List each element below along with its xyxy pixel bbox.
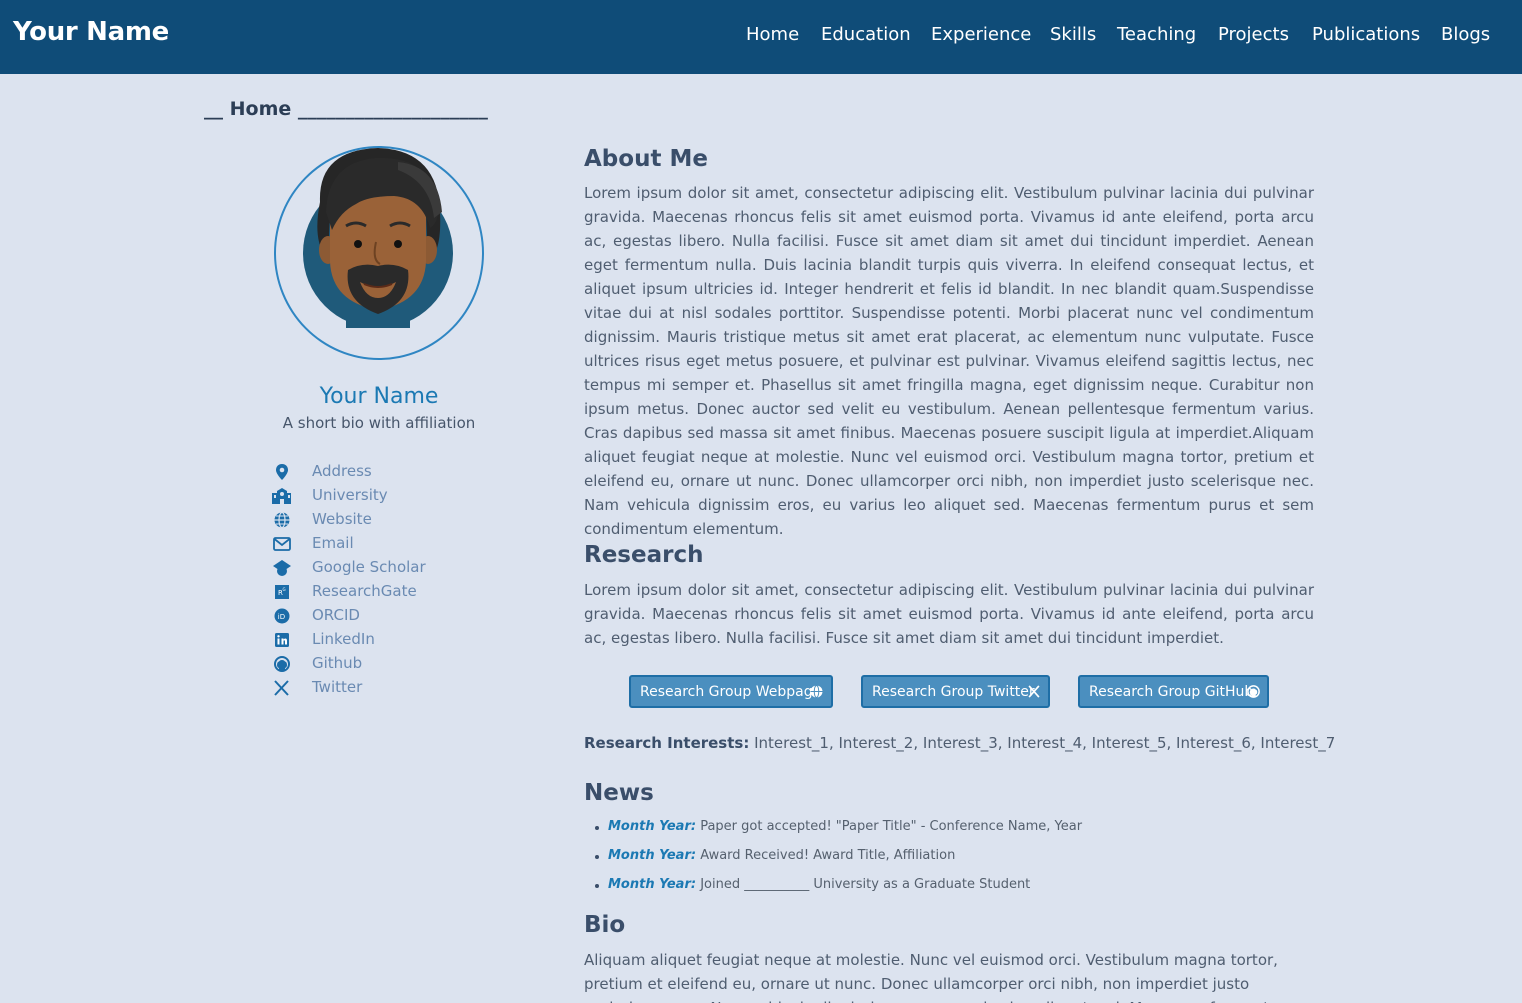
link-email[interactable]: Email — [271, 532, 471, 556]
link-label: Google Scholar — [312, 558, 426, 576]
link-label: Twitter — [312, 678, 363, 696]
nav-education[interactable]: Education — [821, 24, 911, 45]
svg-text:iD: iD — [278, 613, 285, 621]
link-label: Address — [312, 462, 372, 480]
linkedin-icon — [275, 633, 289, 647]
nav-experience[interactable]: Experience — [931, 24, 1031, 45]
news-item: Month Year: Award Received! Award Title,… — [594, 848, 956, 863]
link-linkedin[interactable]: LinkedIn — [271, 628, 471, 652]
nav-teaching[interactable]: Teaching — [1117, 24, 1196, 45]
research-twitter-button[interactable]: Research Group Twitter — [861, 675, 1050, 708]
interests-label: Research Interests: — [584, 734, 750, 752]
link-label: ORCID — [312, 606, 360, 624]
link-github[interactable]: Github — [271, 652, 471, 676]
link-address[interactable]: Address — [271, 460, 471, 484]
github-icon — [1247, 685, 1260, 698]
news-date: Month Year: — [608, 819, 697, 834]
page-breadcrumb: __ Home ____________________ — [204, 98, 488, 120]
news-heading: News — [584, 780, 654, 806]
button-label: Research Group Webpage — [640, 684, 822, 700]
link-label: Email — [312, 534, 354, 552]
bio-heading: Bio — [584, 912, 626, 938]
news-text: Award Received! Award Title, Affiliation — [700, 848, 956, 863]
research-heading: Research — [584, 542, 704, 568]
research-interests: Research Interests: Interest_1, Interest… — [584, 734, 1335, 752]
university-icon — [272, 488, 291, 504]
google-scholar-icon — [273, 560, 291, 576]
svg-text:G: G — [283, 587, 286, 592]
x-twitter-icon — [1028, 685, 1040, 698]
research-text: Lorem ipsum dolor sit amet, consectetur … — [584, 581, 1314, 647]
envelope-icon — [273, 537, 291, 551]
top-navbar: Your Name Home Education Experience Skil… — [0, 0, 1522, 74]
link-google-scholar[interactable]: Google Scholar — [271, 556, 471, 580]
map-marker-icon — [276, 464, 288, 480]
globe-icon — [810, 685, 823, 698]
link-label: Github — [312, 654, 363, 672]
nav-home[interactable]: Home — [746, 24, 799, 45]
brand-title[interactable]: Your Name — [13, 17, 169, 47]
profile-name: Your Name — [319, 384, 439, 409]
about-text: Lorem ipsum dolor sit amet, consectetur … — [584, 184, 1314, 538]
link-university[interactable]: University — [271, 484, 471, 508]
nav-blogs[interactable]: Blogs — [1441, 24, 1490, 45]
about-heading: About Me — [584, 146, 708, 172]
bio-text: Aliquam aliquet feugiat neque at molesti… — [584, 951, 1293, 1003]
research-github-button[interactable]: Research Group GitHub — [1078, 675, 1269, 708]
news-item: Month Year: Paper got accepted! "Paper T… — [594, 819, 1083, 834]
nav-projects[interactable]: Projects — [1218, 24, 1289, 45]
link-label: University — [312, 486, 388, 504]
link-researchgate[interactable]: RG ResearchGate — [271, 580, 471, 604]
link-label: Website — [312, 510, 372, 528]
news-item: Month Year: Joined __________ University… — [594, 877, 1031, 892]
news-text: Paper got accepted! "Paper Title" - Conf… — [700, 819, 1083, 834]
nav-publications[interactable]: Publications — [1312, 24, 1420, 45]
interests-list: Interest_1, Interest_2, Interest_3, Inte… — [754, 734, 1336, 752]
link-orcid[interactable]: iD ORCID — [271, 604, 471, 628]
link-website[interactable]: Website — [271, 508, 471, 532]
researchgate-icon: RG — [275, 585, 289, 599]
news-date: Month Year: — [608, 848, 697, 863]
news-date: Month Year: — [608, 877, 697, 892]
news-text: Joined __________ University as a Gradua… — [700, 877, 1031, 892]
avatar — [303, 148, 453, 328]
x-twitter-icon — [274, 680, 289, 696]
github-icon — [274, 656, 290, 672]
nav-skills[interactable]: Skills — [1050, 24, 1096, 45]
button-label: Research Group Twitter — [872, 684, 1035, 700]
button-label: Research Group GitHub — [1089, 684, 1254, 700]
link-twitter[interactable]: Twitter — [271, 676, 471, 700]
research-webpage-button[interactable]: Research Group Webpage — [629, 675, 833, 708]
globe-icon — [274, 511, 290, 529]
orcid-icon: iD — [274, 608, 290, 624]
link-label: ResearchGate — [312, 582, 417, 600]
link-label: LinkedIn — [312, 630, 375, 648]
profile-bio: A short bio with affiliation — [282, 414, 476, 432]
